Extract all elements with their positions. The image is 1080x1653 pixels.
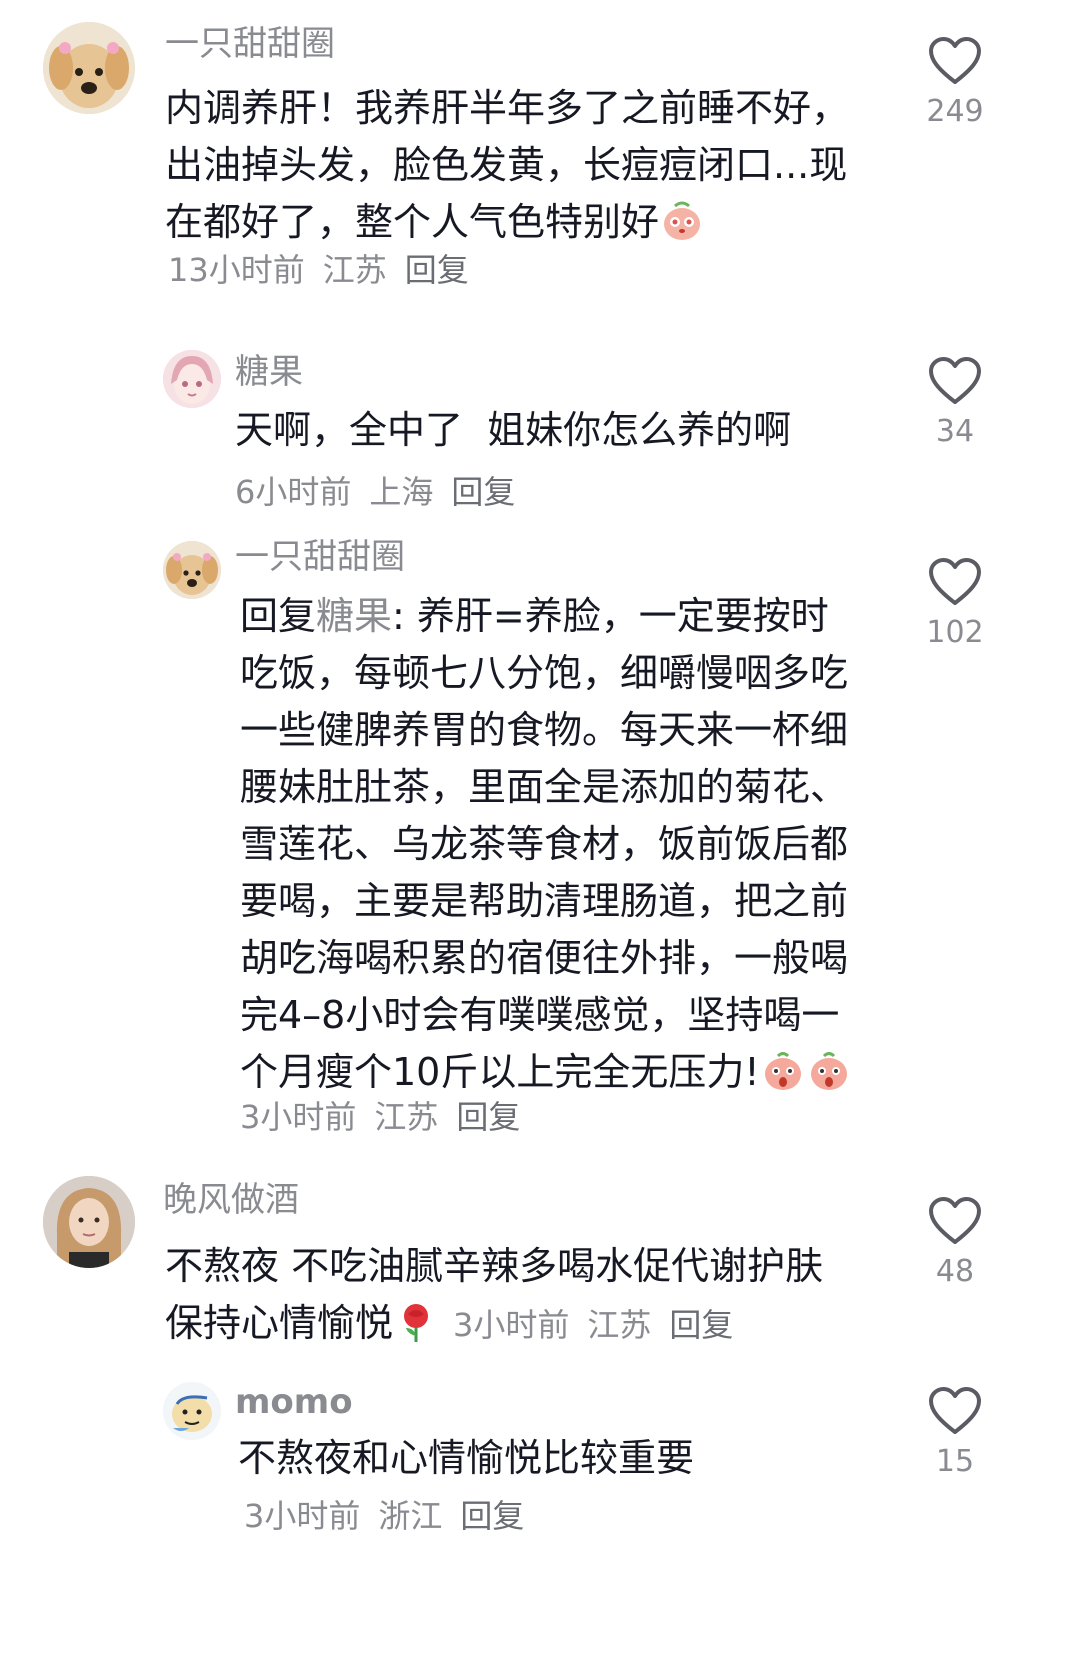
rose-emoji — [393, 1298, 439, 1344]
comment-location: 江苏 — [374, 1098, 439, 1136]
comment-username[interactable]: 一只甜甜圈 — [165, 24, 335, 64]
reply-button[interactable]: 回复 — [460, 1497, 524, 1535]
comment-text: 不熬夜 不吃油腻辛辣多喝水促代谢护肤保持心情愉悦 3小时前 江苏 回复 — [165, 1238, 845, 1352]
avatar[interactable] — [43, 1176, 135, 1268]
comment-text: 天啊，全中了 姐妹你怎么养的啊 — [235, 408, 792, 452]
reply-item: 糖果 天啊，全中了 姐妹你怎么养的啊 6小时前 上海 回复 34 — [0, 340, 1080, 530]
heart-outline-icon — [929, 558, 981, 605]
reply-button[interactable]: 回复 — [405, 251, 469, 289]
reply-prefix: 回复 — [240, 594, 317, 638]
reply-item: momo 不熬夜和心情愉悦比较重要 3小时前 浙江 回复 15 — [0, 1380, 1080, 1580]
like-button[interactable]: 34 — [910, 356, 1000, 450]
comment-text: 内调养肝！我养肝半年多了之前睡不好，出油掉头发，脸色发黄，长痘痘闭口...现在都… — [165, 80, 865, 251]
comment-time: 3小时前 — [240, 1098, 357, 1136]
shocked-face-emoji — [760, 1047, 806, 1093]
avatar[interactable] — [43, 22, 135, 114]
shy-face-emoji — [659, 197, 705, 243]
comment-meta: 3小时前 浙江 回复 — [244, 1496, 542, 1536]
comment-time: 6小时前 — [235, 473, 352, 511]
dog-avatar-image — [43, 22, 135, 114]
avatar[interactable] — [163, 350, 221, 408]
heart-outline-icon — [929, 1387, 981, 1434]
avatar[interactable] — [163, 541, 221, 599]
avatar[interactable] — [163, 1382, 221, 1440]
like-count: 249 — [926, 94, 984, 129]
like-button[interactable]: 15 — [910, 1386, 1000, 1480]
comment-location: 江苏 — [587, 1306, 652, 1344]
comment-item: 晚风做酒 不熬夜 不吃油腻辛辣多喝水促代谢护肤保持心情愉悦 3小时前 江苏 回复 48 — [0, 1170, 1080, 1370]
like-button[interactable]: 48 — [910, 1196, 1000, 1290]
anime-girl-avatar-image — [163, 350, 221, 408]
comment-username[interactable]: momo — [235, 1382, 353, 1422]
comment-text: 不熬夜和心情愉悦比较重要 — [238, 1436, 695, 1480]
comment-item: 一只甜甜圈 内调养肝！我养肝半年多了之前睡不好，出油掉头发，脸色发黄，长痘痘闭口… — [0, 0, 1080, 320]
like-count: 15 — [935, 1444, 975, 1479]
comment-body: : 养肝=养脸，一定要按时吃饭，每顿七八分饱，细嚼慢咽多吃一些健脾养胃的食物。每… — [240, 594, 849, 1094]
comment-time: 3小时前 — [453, 1306, 570, 1344]
comment-username[interactable]: 一只甜甜圈 — [235, 537, 405, 577]
like-count: 48 — [935, 1254, 975, 1289]
shocked-face-emoji — [806, 1047, 852, 1093]
comment-text: 回复糖果: 养肝=养脸，一定要按时吃饭，每顿七八分饱，细嚼慢咽多吃一些健脾养胃的… — [240, 588, 855, 1101]
comment-meta: 3小时前 江苏 回复 — [240, 1097, 538, 1137]
heart-outline-icon — [929, 357, 981, 404]
comment-time: 3小时前 — [244, 1497, 361, 1535]
comment-body: 内调养肝！我养肝半年多了之前睡不好，出油掉头发，脸色发黄，长痘痘闭口...现在都… — [165, 86, 850, 244]
comment-location: 浙江 — [378, 1497, 443, 1535]
dog-avatar-image — [163, 541, 221, 599]
comment-username[interactable]: 晚风做酒 — [163, 1180, 299, 1220]
heart-outline-icon — [929, 1197, 981, 1244]
heart-outline-icon — [929, 37, 981, 84]
mention-link[interactable]: 糖果 — [316, 594, 392, 638]
cartoon-avatar-image — [163, 1382, 221, 1440]
comment-location: 上海 — [369, 473, 434, 511]
comment-meta: 6小时前 上海 回复 — [235, 472, 533, 512]
reply-button[interactable]: 回复 — [669, 1306, 733, 1344]
comment-meta: 3小时前 江苏 回复 — [453, 1306, 751, 1344]
like-button[interactable]: 249 — [910, 36, 1000, 130]
comment-location: 江苏 — [322, 251, 387, 289]
like-button[interactable]: 102 — [910, 557, 1000, 651]
reply-item: 一只甜甜圈 回复糖果: 养肝=养脸，一定要按时吃饭，每顿七八分饱，细嚼慢咽多吃一… — [0, 535, 1080, 1155]
comment-username[interactable]: 糖果 — [235, 352, 303, 392]
like-count: 34 — [935, 414, 975, 449]
reply-button[interactable]: 回复 — [456, 1098, 520, 1136]
like-count: 102 — [926, 615, 984, 650]
comment-meta: 13小时前 江苏 回复 — [168, 250, 487, 290]
comment-time: 13小时前 — [168, 251, 305, 289]
reply-button[interactable]: 回复 — [451, 473, 515, 511]
girl-avatar-image — [43, 1176, 135, 1268]
